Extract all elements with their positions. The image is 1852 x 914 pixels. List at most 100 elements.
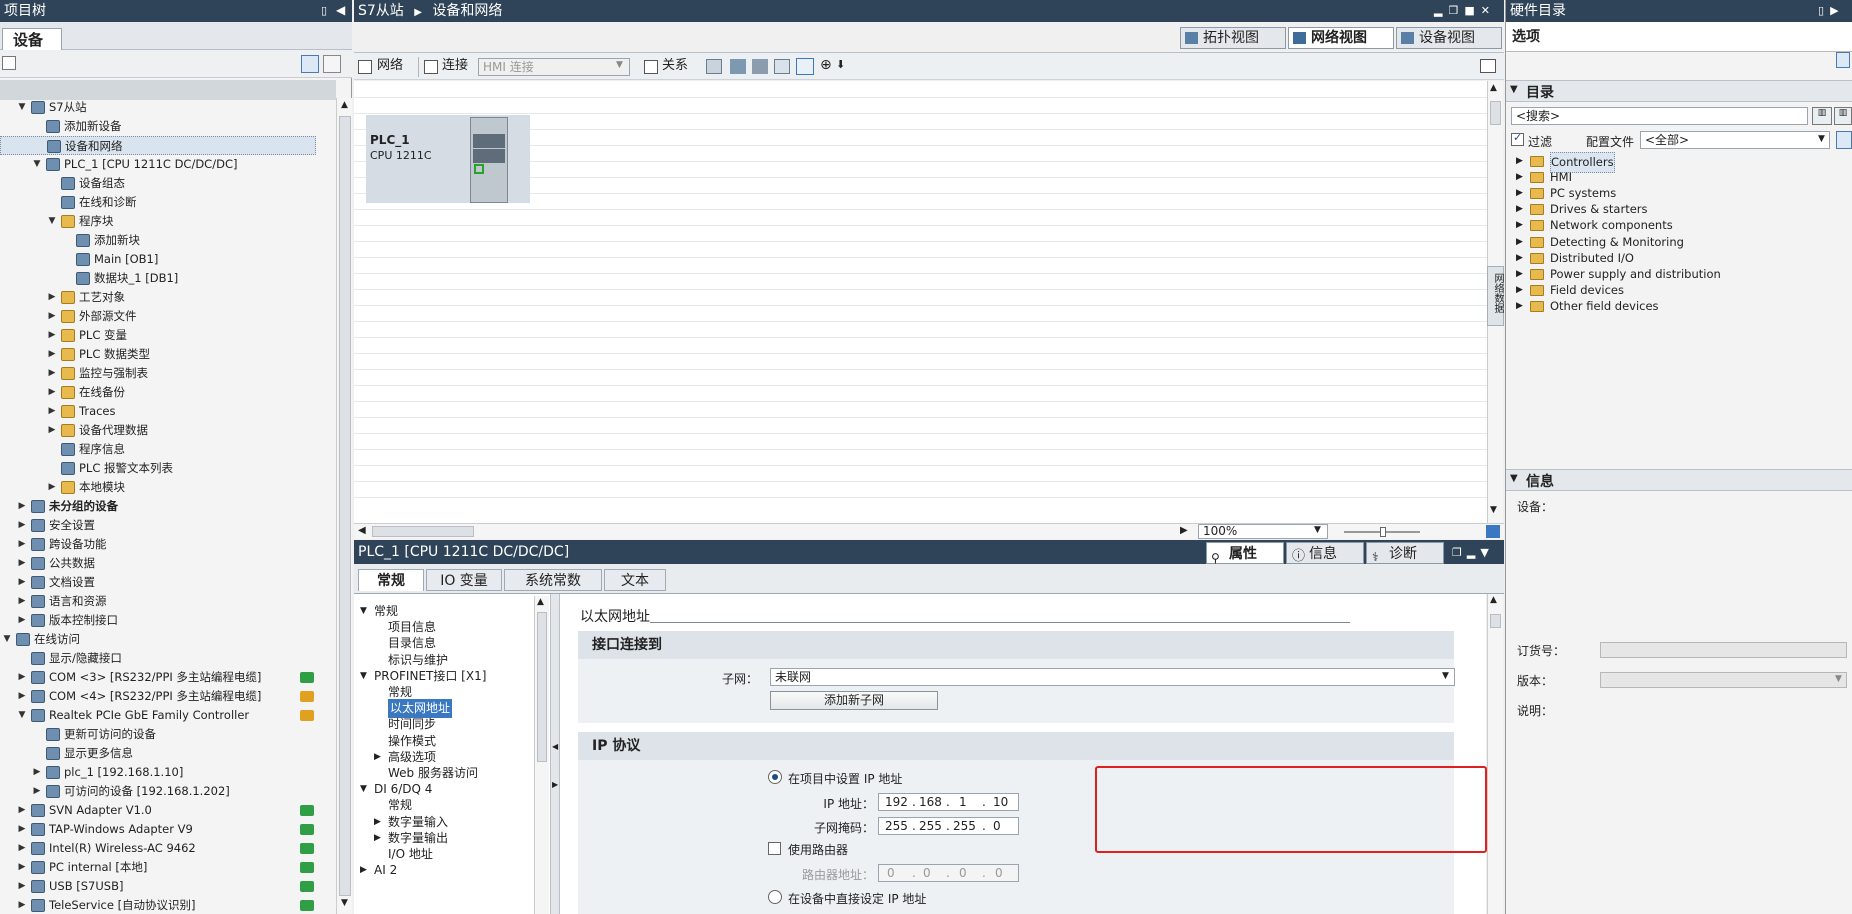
tree-item[interactable]: ▶ 跨设备功能	[0, 535, 316, 554]
expand-arrow-icon[interactable]: ▼	[360, 780, 367, 799]
tree-item[interactable]: ▶ PC internal [本地]	[0, 858, 316, 877]
tree-item[interactable]: 数据块_1 [DB1]	[0, 269, 316, 288]
profile-options-icon[interactable]	[1836, 131, 1852, 149]
tree-item[interactable]: ▶ 语言和资源	[0, 592, 316, 611]
version-select[interactable]	[1600, 672, 1847, 688]
collapse-arrow-icon[interactable]: ▶	[17, 839, 27, 858]
breadcrumb-project[interactable]: S7从站	[358, 3, 404, 19]
tree-item[interactable]: PLC 报警文本列表	[0, 459, 316, 478]
collapse-arrow-icon[interactable]: ▶	[374, 829, 381, 848]
tree-item[interactable]: ▶ 安全设置	[0, 516, 316, 535]
tree-item[interactable]: ▶ SVN Adapter V1.0	[0, 801, 316, 820]
ethernet-port-icon[interactable]	[474, 164, 484, 174]
collapse-arrow-icon[interactable]: ▶	[17, 801, 27, 820]
collapse-icon[interactable]: ▼	[1510, 473, 1518, 484]
expand-arrow-icon[interactable]: ▼	[17, 706, 27, 725]
tab-texts[interactable]: 文本	[604, 569, 666, 591]
fit-view-icon[interactable]	[1486, 525, 1500, 538]
collapse-arrow-icon[interactable]: ▶	[47, 307, 57, 326]
overview-icon[interactable]	[1480, 59, 1496, 73]
tree-item[interactable]: ▼ PLC_1 [CPU 1211C DC/DC/DC]	[0, 155, 316, 174]
close-icon[interactable]: ✕	[1481, 4, 1496, 17]
tree-item[interactable]: ▶ 外部源文件	[0, 307, 316, 326]
scroll-up-icon[interactable]: ▲	[1490, 83, 1497, 93]
expand-arrow-icon[interactable]: ▼	[17, 98, 27, 117]
tree-item[interactable]: ▶ 可访问的设备 [192.168.1.202]	[0, 782, 316, 801]
tab-network-view[interactable]: 网络视图	[1288, 27, 1394, 49]
tree-item[interactable]: 显示更多信息	[0, 744, 316, 763]
filter-checkbox[interactable]: ✓	[1511, 131, 1524, 146]
use-router-checkbox[interactable]	[768, 842, 781, 855]
tree-item[interactable]: ▶ 工艺对象	[0, 288, 316, 307]
tree-item[interactable]: 显示/隐藏接口	[0, 649, 316, 668]
tree-item[interactable]: 设备组态	[0, 174, 316, 193]
scroll-up-icon[interactable]: ▲	[338, 100, 351, 114]
expand-arrow-icon[interactable]: ▼	[2, 630, 12, 649]
zoom-select[interactable]: 100%	[1198, 524, 1328, 539]
tree-item[interactable]: ▼ Realtek PCIe GbE Family Controller	[0, 706, 316, 725]
minimize-icon[interactable]: ▂	[1434, 4, 1448, 17]
canvas-hscroll[interactable]: ◀ ▶ 100% ▼	[354, 523, 1504, 539]
tree-item[interactable]: Main [OB1]	[0, 250, 316, 269]
tree-options-icon[interactable]	[2, 56, 16, 70]
collapse-arrow-icon[interactable]: ▶	[360, 861, 367, 880]
tab-diagnostics[interactable]: ⚕ 诊断	[1366, 542, 1444, 564]
network-tool-label[interactable]: 网络	[377, 56, 403, 76]
chevron-down-icon[interactable]: ▼	[1442, 671, 1449, 681]
tree-scroll-thumb[interactable]	[339, 116, 351, 896]
tree-item[interactable]: ▶ COM <3> [RS232/PPI 多主站编程电缆]	[0, 668, 316, 687]
tree-detail-icon[interactable]	[323, 55, 341, 73]
collapse-arrow-icon[interactable]: ▶	[47, 364, 57, 383]
set-ip-directly-label[interactable]: 在设备中直接设定 IP 地址	[788, 890, 926, 907]
tree-item[interactable]: ▼ 程序块	[0, 212, 316, 231]
canvas-hscroll-thumb[interactable]	[372, 526, 474, 537]
collapse-arrow-icon[interactable]: ▶	[17, 573, 27, 592]
collapse-arrow-icon[interactable]: ▶	[47, 478, 57, 497]
grid-icon[interactable]	[774, 59, 790, 74]
layout-icon[interactable]	[730, 59, 746, 74]
chevron-down-icon[interactable]: ▼	[1314, 525, 1321, 535]
maximize-icon[interactable]: ■	[1464, 4, 1480, 17]
zoom-slider-thumb[interactable]	[1380, 527, 1386, 537]
collapse-arrow-icon[interactable]: ▶	[17, 896, 27, 914]
connect-tool-label[interactable]: 连接	[442, 56, 468, 76]
panel-close-icon[interactable]: ▶	[1830, 4, 1844, 17]
expand-arrow-icon[interactable]: ▼	[360, 667, 367, 686]
splitter[interactable]: ◀ ▶	[550, 594, 560, 914]
collapse-arrow-icon[interactable]: ▶	[17, 516, 27, 535]
plc-module-icon[interactable]	[470, 117, 508, 203]
pin-icon[interactable]: ▯	[1818, 4, 1830, 17]
scroll-left-icon[interactable]: ◀	[358, 525, 366, 536]
zoom-icon[interactable]: ⊕	[820, 57, 832, 73]
chevron-down-icon[interactable]: ▼	[1818, 134, 1825, 144]
collapse-arrow-icon[interactable]: ▶	[32, 763, 42, 782]
profile-select[interactable]: <全部>	[1640, 131, 1830, 149]
address-icon[interactable]	[706, 59, 722, 74]
collapse-arrow-icon[interactable]: ▶	[374, 748, 381, 767]
tree-item[interactable]: ▶ PLC 变量	[0, 326, 316, 345]
collapse-arrow-icon[interactable]: ▶	[17, 858, 27, 877]
collapse-icon[interactable]: ▼	[1510, 84, 1518, 95]
tree-item[interactable]: ▶ USB [S7USB]	[0, 877, 316, 896]
search-icon[interactable]: ▥	[1812, 107, 1832, 125]
collapse-arrow-icon[interactable]: ▶	[17, 877, 27, 896]
filter-label[interactable]: 过滤	[1528, 133, 1552, 150]
scroll-down-icon[interactable]: ▼	[1490, 505, 1497, 515]
scroll-right-icon[interactable]: ▶	[1180, 525, 1188, 536]
tab-system-constants[interactable]: 系统常数	[504, 569, 602, 591]
tree-item[interactable]: ▶ TeleService [自动协议识别]	[0, 896, 316, 914]
tab-io-tags[interactable]: IO 变量	[426, 569, 502, 591]
subnet-select[interactable]: 未联网	[770, 668, 1455, 686]
tree-item[interactable]: ▶ 在线备份	[0, 383, 316, 402]
tree-item[interactable]: ▶ plc_1 [192.168.1.10]	[0, 763, 316, 782]
zoom-dropdown-icon[interactable]: ⬇	[836, 58, 845, 71]
tree-item[interactable]: ▼ S7从站	[0, 98, 316, 117]
tree-item[interactable]: 程序信息	[0, 440, 316, 459]
nav-scroll-thumb[interactable]	[537, 612, 547, 762]
chevron-down-icon[interactable]: ▼	[616, 60, 623, 70]
connect-tool-icon[interactable]	[424, 60, 438, 74]
collapse-arrow-icon[interactable]: ▶	[17, 592, 27, 611]
tree-item[interactable]: ▶ 监控与强制表	[0, 364, 316, 383]
relation-tool-icon[interactable]	[644, 60, 658, 74]
use-router-label[interactable]: 使用路由器	[788, 841, 848, 858]
